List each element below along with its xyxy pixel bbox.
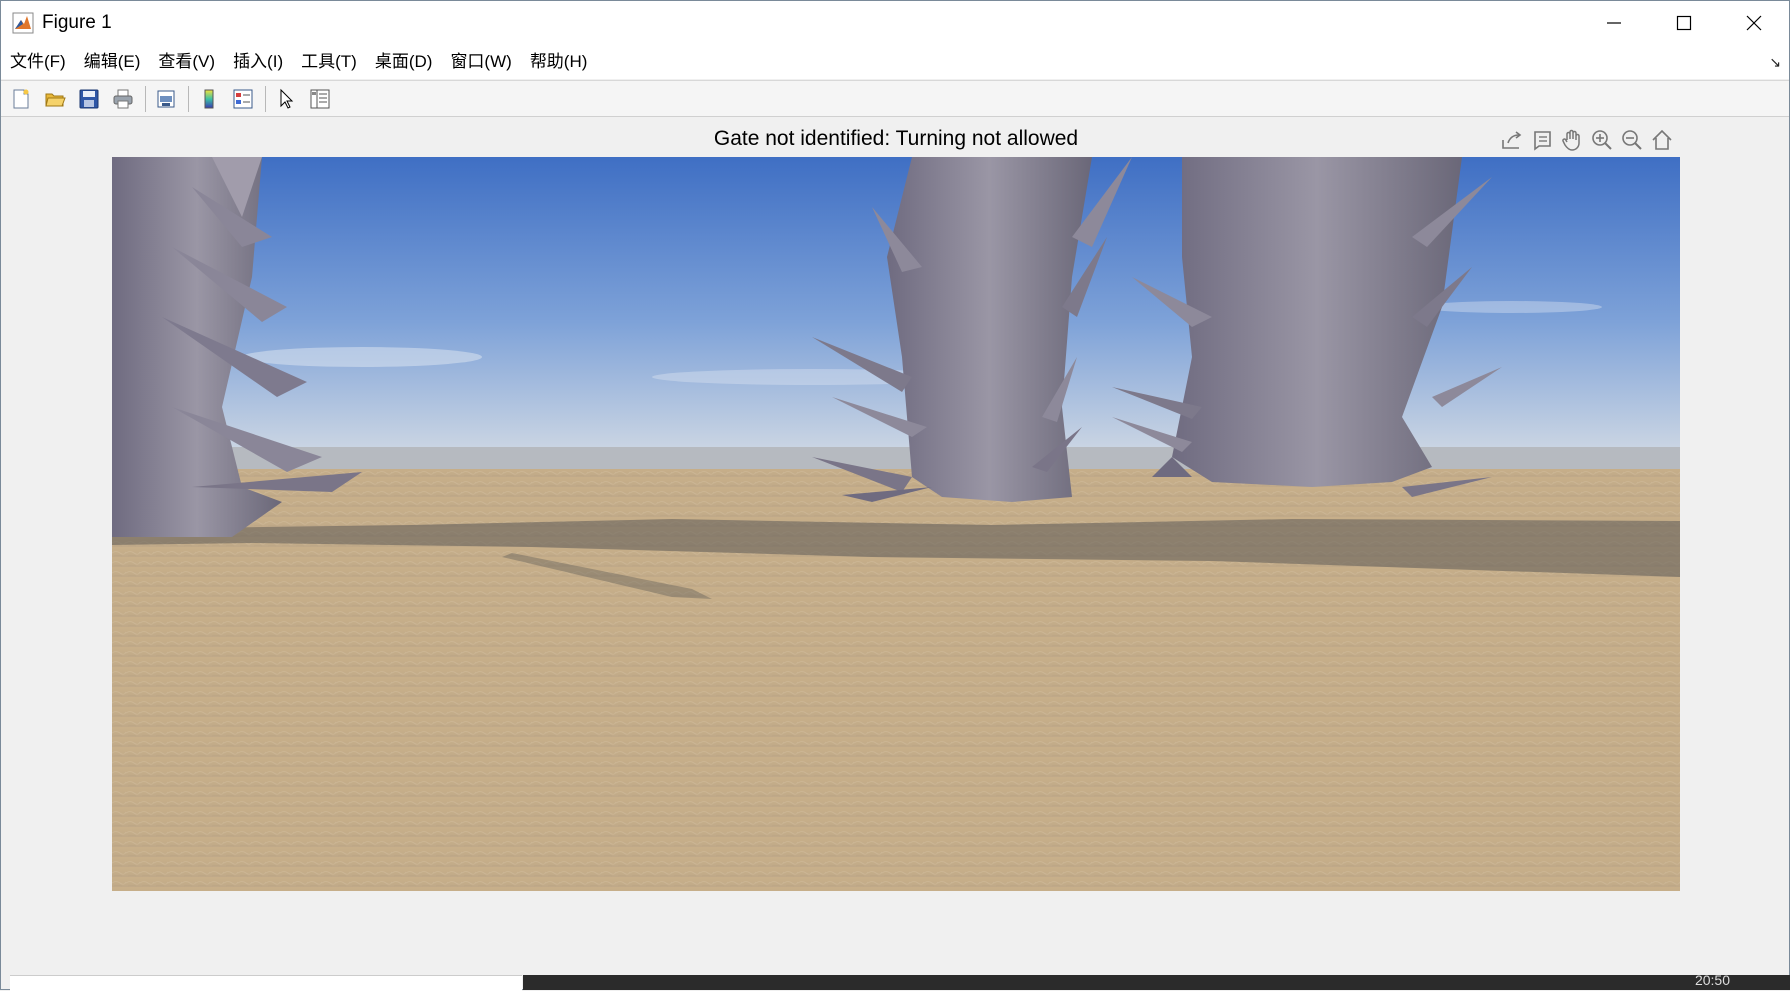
menu-file[interactable]: 文件(F)	[1, 47, 75, 77]
new-figure-icon	[13, 89, 29, 108]
menu-window[interactable]: 窗口(W)	[441, 47, 520, 77]
menu-insert[interactable]: 插入(I)	[224, 47, 292, 77]
open-file-icon	[45, 93, 66, 106]
close-icon	[1746, 15, 1762, 31]
minimize-icon	[1607, 22, 1621, 24]
home-icon	[1652, 129, 1672, 150]
window-title: Figure 1	[42, 12, 112, 33]
legend-icon	[233, 89, 253, 108]
zoom-out-icon	[1622, 130, 1642, 150]
pan-hand-icon	[1562, 129, 1580, 151]
maximize-icon	[1676, 15, 1692, 31]
toolbar-separator	[265, 85, 266, 112]
figure-toolbar	[1, 80, 1789, 117]
matlab-icon	[12, 12, 34, 34]
scene-render	[112, 157, 1680, 891]
menu-view[interactable]: 查看(V)	[149, 47, 224, 77]
taskbar-search[interactable]	[10, 975, 522, 991]
pointer-icon	[280, 88, 294, 109]
scene-image	[112, 157, 1680, 891]
pan-button[interactable]	[1559, 127, 1585, 153]
data-tips-icon	[1534, 131, 1551, 151]
save-icon	[79, 89, 99, 108]
menu-bar: 文件(F) 编辑(E) 查看(V) 插入(I) 工具(T) 桌面(D) 窗口(W…	[1, 45, 1789, 79]
menu-edit[interactable]: 编辑(E)	[75, 47, 150, 77]
minimize-button[interactable]	[1579, 1, 1649, 45]
zoom-in-icon	[1592, 130, 1612, 150]
menu-tools[interactable]: 工具(T)	[292, 47, 366, 77]
window-controls	[1579, 1, 1789, 45]
menu-help[interactable]: 帮助(H)	[521, 47, 597, 77]
toolbar-separator	[188, 85, 189, 112]
print-preview-button[interactable]	[152, 85, 180, 113]
zoom-out-button[interactable]	[1619, 127, 1645, 153]
axes-toolbar	[1499, 127, 1675, 155]
property-inspector-button[interactable]	[306, 85, 334, 113]
save-button[interactable]	[75, 85, 103, 113]
data-tips-button[interactable]	[1529, 127, 1555, 153]
close-button[interactable]	[1719, 1, 1789, 45]
toolbar-separator	[145, 85, 146, 112]
colorbar-button[interactable]	[195, 85, 223, 113]
export-icon	[1502, 131, 1522, 149]
print-preview-icon	[157, 90, 175, 107]
taskbar-apps: 20:50	[523, 972, 1790, 990]
colorbar-icon	[204, 89, 214, 108]
title-bar[interactable]: Figure 1	[1, 1, 1789, 45]
new-figure-button[interactable]	[7, 85, 35, 113]
menu-desktop[interactable]: 桌面(D)	[366, 47, 442, 77]
maximize-button[interactable]	[1649, 1, 1719, 45]
open-file-button[interactable]	[41, 85, 69, 113]
taskbar: 20:50	[0, 972, 1790, 991]
pointer-button[interactable]	[272, 85, 300, 113]
export-button[interactable]	[1499, 127, 1525, 153]
print-button[interactable]	[109, 85, 137, 113]
property-inspector-icon	[310, 89, 330, 108]
dock-arrow-icon[interactable]: ↘	[1769, 54, 1781, 71]
zoom-in-button[interactable]	[1589, 127, 1615, 153]
home-button[interactable]	[1649, 127, 1675, 153]
figure-window: Figure 1 文件(F) 编辑(E) 查看(V) 插入(I) 工具(T) 桌…	[0, 0, 1790, 990]
print-icon	[113, 89, 133, 108]
taskbar-clock: 20:50	[1694, 972, 1730, 988]
legend-button[interactable]	[229, 85, 257, 113]
